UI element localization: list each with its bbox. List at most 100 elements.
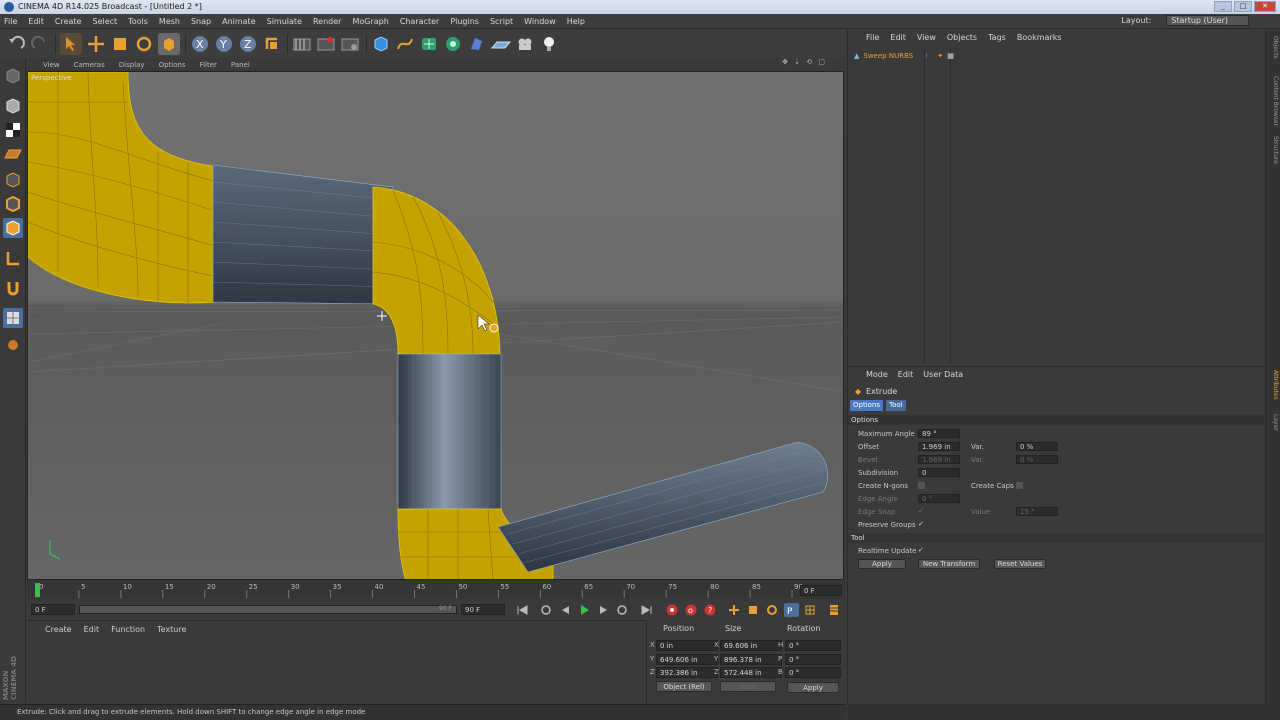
record-active-objects-icon[interactable]: [665, 603, 680, 617]
cube-object-icon[interactable]: [370, 33, 392, 55]
viewport-navigation-icons[interactable]: ✥ ⇣ ⟲ ▢: [782, 58, 827, 66]
tab-structure[interactable]: Structure: [1268, 136, 1279, 164]
menu-script[interactable]: Script: [490, 17, 513, 26]
subdivision-field[interactable]: 0: [918, 468, 960, 477]
menu-select[interactable]: Select: [92, 17, 117, 26]
next-frame-icon[interactable]: [596, 603, 611, 617]
max-angle-field[interactable]: 89 °: [918, 429, 960, 438]
floor-scene-icon[interactable]: [490, 33, 512, 55]
obj-menu-view[interactable]: View: [917, 33, 936, 45]
object-name[interactable]: Sweep NURBS: [863, 52, 913, 60]
snapping-icon[interactable]: [3, 308, 23, 328]
keyframe-selection-icon[interactable]: ?: [703, 603, 718, 617]
position-z-field[interactable]: 392.386 in: [656, 667, 718, 678]
material-menu-edit[interactable]: Edit: [84, 625, 100, 634]
preserve-groups-checkbox[interactable]: ✓: [918, 521, 925, 528]
obj-menu-edit[interactable]: Edit: [890, 33, 906, 45]
key-parameter-icon[interactable]: P: [784, 603, 799, 617]
tab-objects[interactable]: Objects: [1268, 36, 1279, 59]
create-ngons-checkbox[interactable]: [918, 482, 925, 489]
position-x-field[interactable]: 0 in: [656, 640, 718, 651]
rotation-p-field[interactable]: 0 °: [785, 654, 841, 665]
rotate-tool-icon[interactable]: [133, 33, 155, 55]
axis-mode-icon[interactable]: [3, 248, 23, 268]
apply-button[interactable]: Apply: [858, 559, 906, 569]
material-menu-texture[interactable]: Texture: [157, 625, 186, 634]
play-forward-icon[interactable]: [577, 603, 592, 617]
tab-layer[interactable]: Layer: [1268, 414, 1279, 431]
minimize-button[interactable]: _: [1214, 1, 1232, 12]
viewport-menu-display[interactable]: Display: [119, 61, 145, 69]
rotation-b-field[interactable]: 0 °: [785, 667, 841, 678]
rotation-h-field[interactable]: 0 °: [785, 640, 841, 651]
coordinates-apply-button[interactable]: Apply: [787, 682, 839, 693]
menu-tools[interactable]: Tools: [128, 17, 148, 26]
deformer-icon[interactable]: [466, 33, 488, 55]
attr-menu-edit[interactable]: Edit: [898, 370, 914, 382]
menu-mesh[interactable]: Mesh: [159, 17, 180, 26]
texture-mode-icon[interactable]: [3, 120, 23, 140]
coordinate-system-icon[interactable]: [261, 33, 283, 55]
obj-menu-file[interactable]: File: [866, 33, 879, 45]
viewport-menu-view[interactable]: View: [43, 61, 60, 69]
undo-icon[interactable]: [5, 33, 27, 55]
attr-menu-user-data[interactable]: User Data: [923, 370, 963, 382]
realtime-update-checkbox[interactable]: ✓: [918, 547, 925, 554]
model-mode-icon[interactable]: [3, 96, 23, 116]
layout-dropdown[interactable]: Startup (User): [1166, 15, 1249, 26]
tab-options[interactable]: Options: [850, 400, 884, 411]
go-to-end-icon[interactable]: [639, 603, 654, 617]
material-menu-function[interactable]: Function: [111, 625, 145, 634]
object-row-sweep-nurbs[interactable]: ▲ Sweep NURBS ⁝ ✦ ▦: [854, 50, 1264, 62]
edges-mode-icon[interactable]: [3, 194, 23, 214]
position-y-field[interactable]: 649.606 in: [656, 654, 718, 665]
timeline-window-icon[interactable]: [827, 603, 842, 617]
menu-mograph[interactable]: MoGraph: [352, 17, 388, 26]
menu-snap[interactable]: Snap: [191, 17, 211, 26]
viewport-menu-cameras[interactable]: Cameras: [74, 61, 105, 69]
material-menu-create[interactable]: Create: [45, 625, 72, 634]
render-picture-viewer-icon[interactable]: [315, 33, 337, 55]
menu-animate[interactable]: Animate: [222, 17, 256, 26]
phong-tag-icon[interactable]: ✦: [937, 52, 943, 60]
new-transform-button[interactable]: New Transform: [918, 559, 980, 569]
frame-range-slider[interactable]: 90 F: [79, 605, 457, 614]
create-caps-checkbox[interactable]: [1016, 482, 1023, 489]
move-tool-icon[interactable]: [85, 33, 107, 55]
polygons-mode-icon[interactable]: [3, 218, 23, 238]
size-x-field[interactable]: 69.606 in: [720, 640, 782, 651]
menu-edit[interactable]: Edit: [28, 17, 44, 26]
menu-window[interactable]: Window: [524, 17, 556, 26]
reset-values-button[interactable]: Reset Values: [994, 559, 1046, 569]
material-tag-icon[interactable]: ▦: [947, 52, 954, 60]
spline-pen-icon[interactable]: [394, 33, 416, 55]
light-object-icon[interactable]: [538, 33, 560, 55]
playhead[interactable]: [35, 583, 40, 597]
autokeying-icon[interactable]: o: [684, 603, 699, 617]
close-button[interactable]: ✕: [1254, 1, 1276, 12]
viewport-menu-filter[interactable]: Filter: [200, 61, 217, 69]
points-mode-icon[interactable]: [3, 170, 23, 190]
menu-plugins[interactable]: Plugins: [450, 17, 479, 26]
size-z-field[interactable]: 572.448 in: [720, 667, 782, 678]
previous-frame-icon[interactable]: [558, 603, 573, 617]
x-axis-lock-icon[interactable]: X: [189, 33, 211, 55]
obj-menu-tags[interactable]: Tags: [988, 33, 1006, 45]
coordinate-mode-dropdown[interactable]: Object (Rel): [656, 681, 712, 692]
key-scale-icon[interactable]: [746, 603, 761, 617]
bevel-var-field[interactable]: 0 %: [1016, 455, 1058, 464]
extrude-tool-icon[interactable]: [158, 33, 180, 55]
array-generator-icon[interactable]: [442, 33, 464, 55]
key-pla-icon[interactable]: [803, 603, 818, 617]
scale-tool-icon[interactable]: [109, 33, 131, 55]
bevel-field[interactable]: 1.969 in: [918, 455, 960, 464]
menu-simulate[interactable]: Simulate: [267, 17, 302, 26]
live-selection-icon[interactable]: [60, 33, 82, 55]
perspective-viewport[interactable]: Perspective: [27, 71, 844, 580]
locked-workplane-icon[interactable]: [3, 334, 23, 354]
var-field[interactable]: 0 %: [1016, 442, 1058, 451]
tweak-mode-icon[interactable]: [3, 278, 23, 298]
next-key-icon[interactable]: [615, 603, 630, 617]
attr-menu-mode[interactable]: Mode: [866, 370, 888, 382]
tab-attributes[interactable]: Attributes: [1268, 370, 1279, 400]
